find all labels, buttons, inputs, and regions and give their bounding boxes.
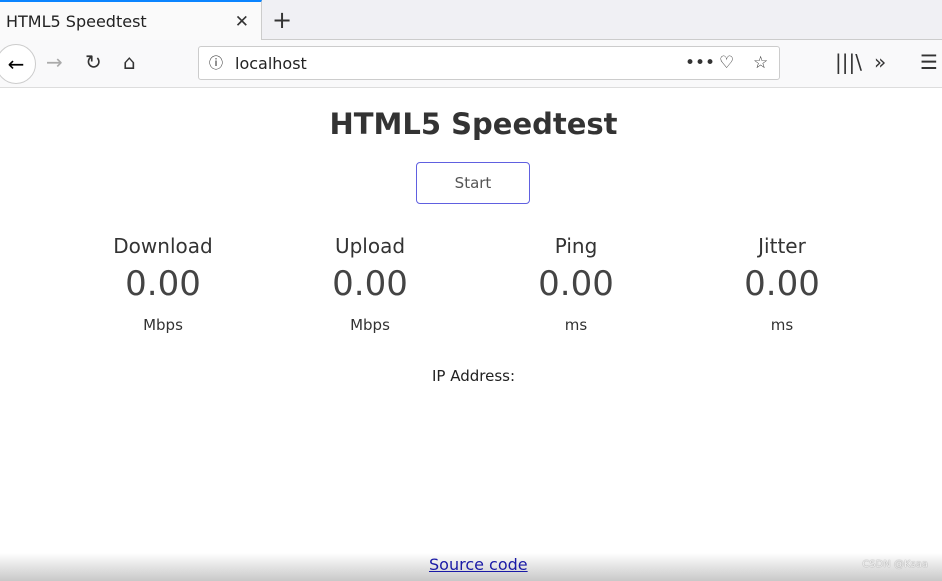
metric-value: 0.00: [125, 264, 201, 304]
back-icon[interactable]: ←: [0, 44, 36, 84]
metric-upload: Upload 0.00 Mbps: [270, 234, 470, 334]
metric-unit: ms: [770, 316, 794, 334]
library-icon[interactable]: |||\: [835, 50, 862, 74]
tab-bar: HTML5 Speedtest ✕ +: [0, 0, 942, 41]
metric-label: Upload: [334, 234, 406, 258]
url-bar[interactable]: ⓘ localhost ••• ♡ ☆: [198, 46, 780, 80]
metric-value: 0.00: [744, 264, 820, 304]
overflow-icon[interactable]: »: [874, 50, 886, 74]
metric-unit: Mbps: [350, 316, 390, 334]
page-title: HTML5 Speedtest: [329, 107, 618, 141]
reload-icon[interactable]: ↻: [85, 50, 102, 74]
close-icon[interactable]: ✕: [235, 12, 249, 32]
metric-unit: ms: [564, 316, 588, 334]
home-icon[interactable]: ⌂: [123, 50, 136, 74]
metric-value: 0.00: [332, 264, 408, 304]
nav-bar: ← → ↻ ⌂ ⓘ localhost ••• ♡ ☆ |||\ » ☰: [0, 40, 942, 88]
metric-unit: Mbps: [143, 316, 183, 334]
start-button[interactable]: Start: [416, 162, 530, 204]
source-code-link[interactable]: Source code: [429, 555, 528, 574]
metric-download: Download 0.00 Mbps: [63, 234, 263, 334]
more-icon[interactable]: •••: [685, 53, 715, 73]
tab-speedtest[interactable]: HTML5 Speedtest ✕: [0, 0, 262, 41]
url-text: localhost: [235, 53, 307, 73]
metric-label: Jitter: [758, 234, 806, 258]
new-tab-icon[interactable]: +: [272, 6, 292, 34]
menu-icon[interactable]: ☰: [920, 50, 938, 74]
ip-address: IP Address:: [431, 367, 516, 385]
footer: Source code CSDN @Ksaa: [0, 553, 942, 581]
tab-title: HTML5 Speedtest: [6, 12, 147, 31]
info-icon[interactable]: ⓘ: [209, 53, 223, 73]
metric-ping: Ping 0.00 ms: [476, 234, 676, 334]
watermark: CSDN @Ksaa: [862, 559, 928, 570]
forward-icon[interactable]: →: [46, 50, 63, 74]
metric-label: Download: [113, 234, 213, 258]
metric-jitter: Jitter 0.00 ms: [682, 234, 882, 334]
metric-value: 0.00: [538, 264, 614, 304]
metric-label: Ping: [554, 234, 598, 258]
star-icon[interactable]: ☆: [753, 53, 768, 73]
pocket-icon[interactable]: ♡: [719, 53, 734, 73]
